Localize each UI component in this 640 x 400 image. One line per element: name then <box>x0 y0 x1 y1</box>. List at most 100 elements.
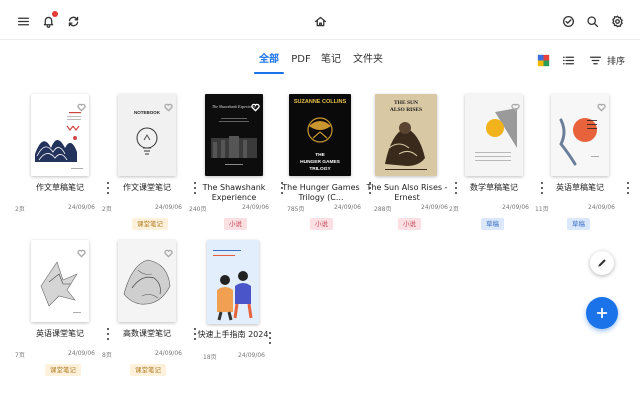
sort-icon <box>589 56 602 64</box>
edit-pen-button[interactable] <box>590 251 614 275</box>
color-palette-icon[interactable] <box>537 53 550 67</box>
favorite-heart-icon[interactable] <box>164 97 173 112</box>
book-cover[interactable]: SUZANNE COLLINS THE HUNGER GAMES TRILOGY <box>289 94 351 176</box>
sort-label: 排序 <box>607 56 626 67</box>
svg-text:THE SUN: THE SUN <box>394 100 418 106</box>
cover-title: The Shawshank Experience <box>212 104 256 109</box>
tag-badge: 课堂笔记 <box>130 364 166 376</box>
page-count: 2页 <box>15 206 25 213</box>
book-card[interactable]: SUZANNE COLLINS THE HUNGER GAMES TRILOGY… <box>282 94 375 234</box>
book-meta: 288页 24/09/06 <box>374 204 448 213</box>
favorite-heart-icon[interactable] <box>597 97 606 112</box>
book-title: 快速上手指南 2024 <box>197 330 269 339</box>
book-meta: 2页 24/09/06 <box>15 204 95 213</box>
favorite-heart-icon[interactable] <box>511 97 520 112</box>
page-count: 2页 <box>102 206 112 213</box>
plus-icon <box>596 307 608 319</box>
tag-badge: 草稿 <box>567 218 590 230</box>
book-date: 24/09/06 <box>238 352 265 359</box>
tag-badge: 草稿 <box>481 218 504 230</box>
book-date: 24/09/06 <box>421 204 448 211</box>
favorite-heart-icon[interactable] <box>77 97 86 112</box>
book-date: 24/09/06 <box>502 204 529 211</box>
book-title: 英语草稿笔记 <box>556 183 604 192</box>
book-meta: 7页 24/09/06 <box>15 350 95 359</box>
book-title: 英语课堂笔记 <box>36 329 84 338</box>
add-button[interactable] <box>586 297 618 329</box>
favorite-heart-icon[interactable] <box>77 243 86 258</box>
more-options-icon[interactable] <box>267 332 273 344</box>
book-card[interactable]: NOTEBOOK 作文课堂笔记 2页 24/09/06 课堂笔记 <box>102 94 204 234</box>
svg-text:HUNGER GAMES: HUNGER GAMES <box>300 159 341 165</box>
sync-icon[interactable] <box>66 14 80 28</box>
tab-notes[interactable]: 笔记 <box>318 50 344 74</box>
svg-text:ALSO RISES: ALSO RISES <box>390 107 422 113</box>
cover-title: NOTEBOOK <box>134 110 161 115</box>
book-meta: 2页 24/09/06 <box>102 204 182 213</box>
tag-badge: 课堂笔记 <box>45 364 81 376</box>
page-count: 785页 <box>287 206 305 213</box>
book-cover[interactable] <box>551 94 609 176</box>
notification-badge <box>52 11 58 17</box>
favorite-heart-icon[interactable] <box>164 243 173 258</box>
book-cover[interactable] <box>465 94 523 176</box>
settings-gear-icon[interactable] <box>610 14 624 28</box>
menu-icon[interactable] <box>16 14 30 28</box>
tag-badge: 小说 <box>224 218 247 230</box>
book-cover[interactable] <box>31 94 89 176</box>
book-cover[interactable] <box>118 240 176 322</box>
page-count: 8页 <box>102 352 112 359</box>
book-card[interactable]: 作文草稿笔记 2页 24/09/06 <box>15 94 117 234</box>
cover-title: SUZANNE COLLINS <box>294 99 347 105</box>
search-icon[interactable] <box>585 14 599 28</box>
list-view-icon[interactable] <box>562 53 575 67</box>
tag-badge: 课堂笔记 <box>132 218 168 230</box>
page-count: 2页 <box>449 206 459 213</box>
book-date: 24/09/06 <box>155 350 182 357</box>
check-circle-icon[interactable] <box>561 14 575 28</box>
book-cover[interactable]: NOTEBOOK <box>118 94 176 176</box>
book-card[interactable]: 数学草稿笔记 2页 24/09/06 草稿 <box>449 94 551 234</box>
book-title: The Sun Also Rises - Ernest <box>366 183 448 202</box>
book-meta: 785页 24/09/06 <box>287 204 361 213</box>
book-date: 24/09/06 <box>334 204 361 211</box>
svg-text:TRILOGY: TRILOGY <box>309 166 331 172</box>
svg-text:THE: THE <box>315 152 325 158</box>
book-meta: 2页 24/09/06 <box>449 204 529 213</box>
book-cover[interactable]: THE SUN ALSO RISES <box>375 94 437 176</box>
tag-badge: 小说 <box>310 218 333 230</box>
book-card[interactable]: THE SUN ALSO RISES The Sun Also Rises - … <box>367 94 461 234</box>
book-date: 24/09/06 <box>242 204 269 211</box>
tag-badge: 小说 <box>398 218 421 230</box>
pen-icon <box>598 259 606 267</box>
page-count: 18页 <box>203 354 217 361</box>
tab-folders[interactable]: 文件夹 <box>350 50 386 74</box>
book-cover[interactable] <box>207 240 259 324</box>
favorite-heart-icon[interactable] <box>251 97 260 112</box>
book-title: The Shawshank Experience <box>202 183 266 202</box>
notification-bell-icon[interactable] <box>41 11 58 28</box>
book-card[interactable]: 快速上手指南 2024 18页 24/09/06 <box>198 240 293 380</box>
tab-all[interactable]: 全部 <box>254 50 284 74</box>
book-title: 作文草稿笔记 <box>36 183 84 192</box>
home-icon[interactable] <box>313 14 327 28</box>
tab-pdf[interactable]: PDF <box>288 50 314 74</box>
top-bar <box>0 0 640 40</box>
book-card[interactable]: 英语课堂笔记 7页 24/09/06 课堂笔记 <box>15 240 117 380</box>
book-card[interactable]: 英语草稿笔记 11页 24/09/06 草稿 <box>535 94 637 234</box>
more-options-icon[interactable] <box>625 182 631 194</box>
book-cover[interactable] <box>31 240 89 322</box>
book-card[interactable]: 高数课堂笔记 8页 24/09/06 课堂笔记 <box>102 240 204 380</box>
page-count: 11页 <box>535 206 549 213</box>
book-title: 作文课堂笔记 <box>123 183 171 192</box>
book-date: 24/09/06 <box>68 204 95 211</box>
book-title: 高数课堂笔记 <box>123 329 171 338</box>
book-cover[interactable]: The Shawshank Experience <box>205 94 263 176</box>
page-count: 7页 <box>15 352 25 359</box>
book-meta: 8页 24/09/06 <box>102 350 182 359</box>
page-count: 288页 <box>374 206 392 213</box>
book-date: 24/09/06 <box>588 204 615 211</box>
book-title: 数学草稿笔记 <box>470 183 518 192</box>
sort-button[interactable]: 排序 <box>589 53 625 67</box>
book-card[interactable]: The Shawshank Experience The Shawshank E… <box>189 94 291 234</box>
